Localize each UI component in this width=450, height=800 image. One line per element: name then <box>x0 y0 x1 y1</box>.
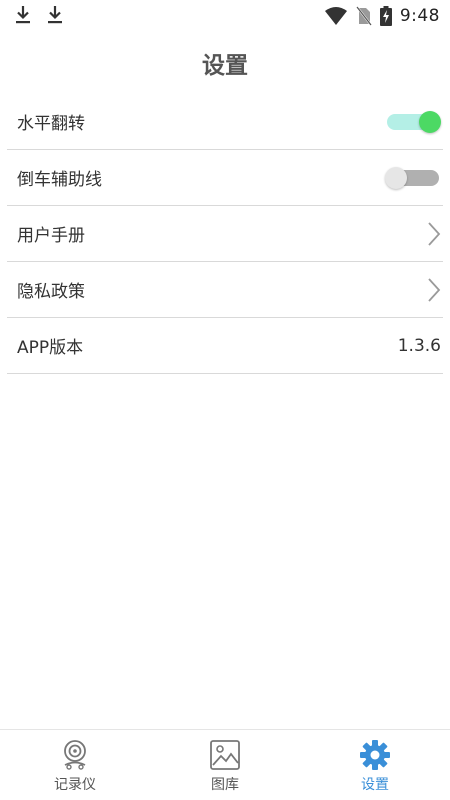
status-time: 9:48 <box>399 6 440 26</box>
download-icon <box>16 6 30 24</box>
download-icon <box>48 6 62 24</box>
flip-horizontal-toggle[interactable] <box>385 110 441 134</box>
setting-control <box>385 94 441 149</box>
setting-label: 水平翻转 <box>17 114 85 134</box>
status-bar: 9:48 <box>0 0 450 32</box>
setting-row-flip-horizontal: 水平翻转 <box>7 94 443 150</box>
setting-row-app-version: APP版本 1.3.6 <box>7 318 443 374</box>
setting-label: 隐私政策 <box>17 282 85 302</box>
gallery-icon <box>210 740 240 770</box>
reverse-guide-toggle[interactable] <box>385 166 441 190</box>
battery-charging-icon <box>379 6 392 26</box>
wifi-icon <box>324 7 347 25</box>
nav-tab-recorder[interactable]: 记录仪 <box>0 730 150 800</box>
settings-screen: 9:48 设置 水平翻转 倒车辅助线 用户手册 隐私政策 APP版本 1.3.6… <box>0 0 450 800</box>
setting-row-reverse-guide: 倒车辅助线 <box>7 150 443 206</box>
toggle-thumb <box>419 110 441 133</box>
gear-icon <box>360 740 390 770</box>
status-system: 9:48 <box>324 4 440 28</box>
setting-label: 倒车辅助线 <box>17 170 102 190</box>
setting-label: APP版本 <box>17 338 84 358</box>
setting-control <box>385 150 441 205</box>
chevron-right-icon <box>428 277 441 302</box>
settings-list: 水平翻转 倒车辅助线 用户手册 隐私政策 APP版本 1.3.6 <box>7 94 443 374</box>
nav-tab-gallery[interactable]: 图库 <box>150 730 300 800</box>
setting-row-user-manual[interactable]: 用户手册 <box>7 206 443 262</box>
toggle-thumb <box>385 166 407 189</box>
dashcam-icon <box>64 740 86 770</box>
status-notifications <box>14 5 64 25</box>
setting-control <box>427 206 441 261</box>
chevron-right-icon <box>428 221 441 246</box>
page-title: 设置 <box>202 53 248 79</box>
setting-control <box>427 262 441 317</box>
bottom-nav: 记录仪 图库 设置 <box>0 729 450 800</box>
setting-control: 1.3.6 <box>398 318 441 373</box>
nav-label: 图库 <box>211 777 239 793</box>
setting-row-privacy-policy[interactable]: 隐私政策 <box>7 262 443 318</box>
no-sim-icon <box>355 6 372 26</box>
nav-label: 记录仪 <box>54 777 96 793</box>
nav-tab-settings[interactable]: 设置 <box>300 730 450 800</box>
nav-label: 设置 <box>361 777 389 793</box>
app-version-value: 1.3.6 <box>397 335 441 356</box>
setting-label: 用户手册 <box>17 226 85 246</box>
